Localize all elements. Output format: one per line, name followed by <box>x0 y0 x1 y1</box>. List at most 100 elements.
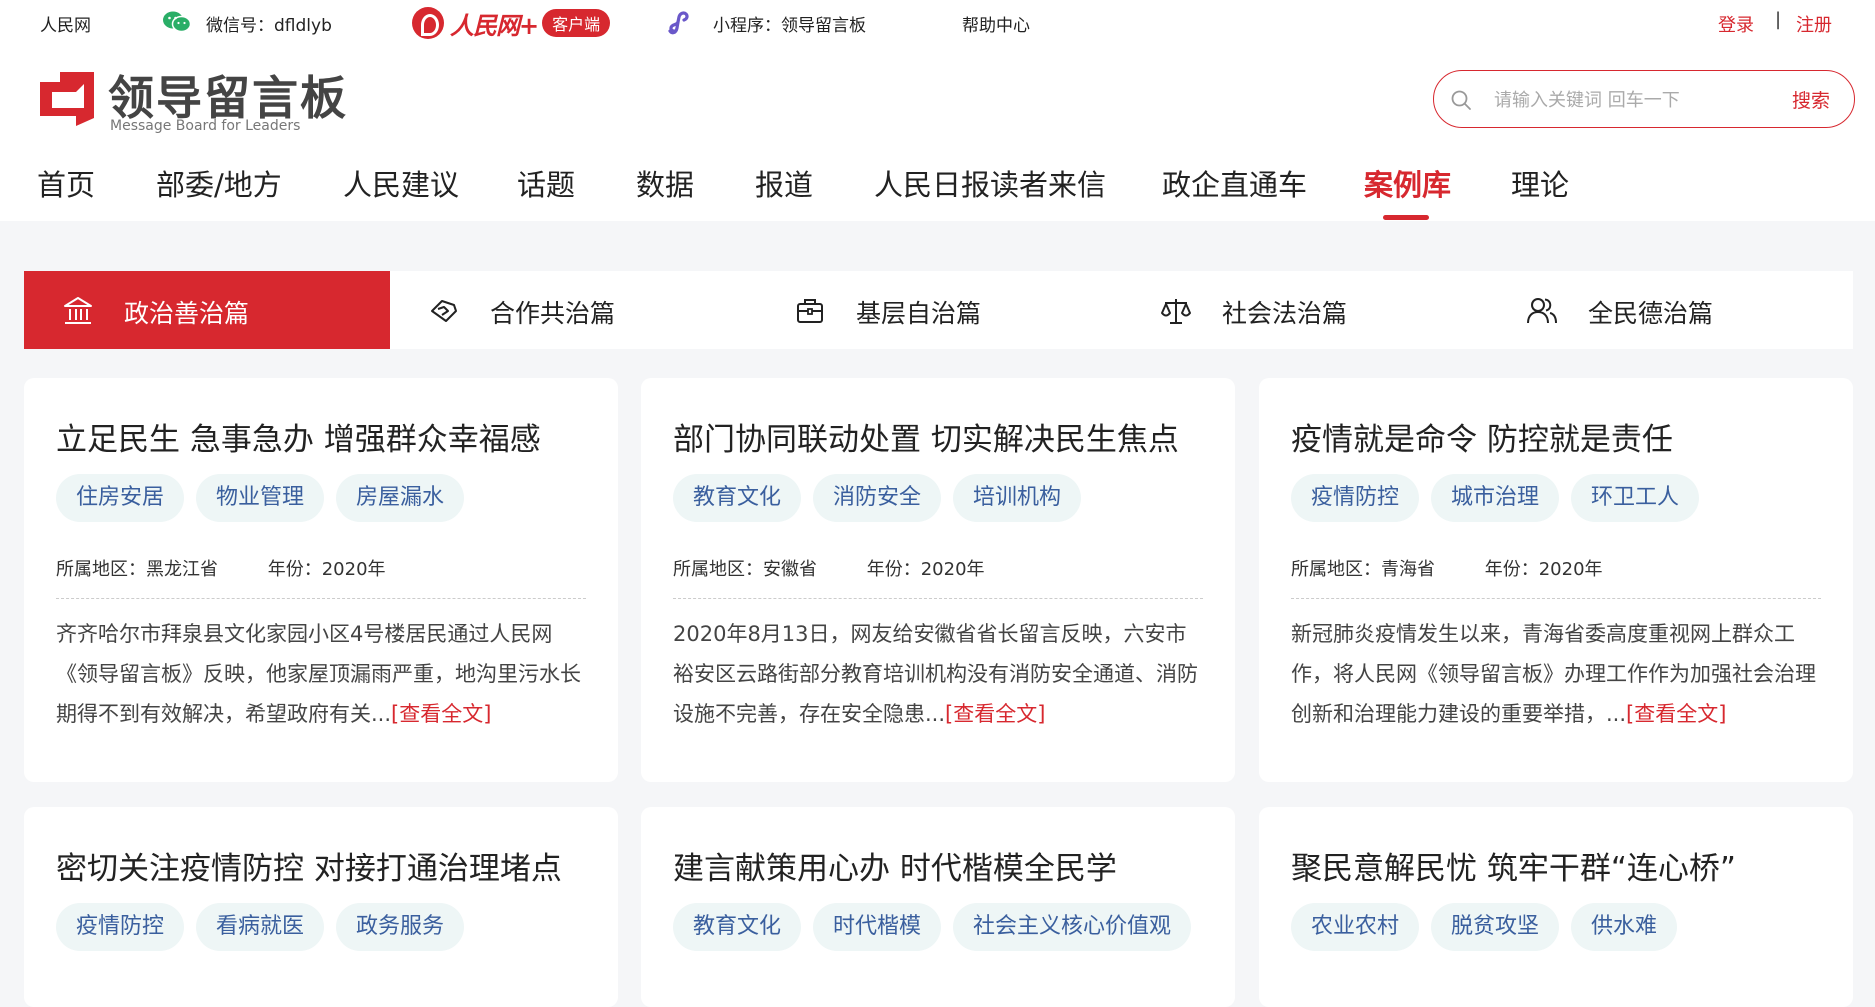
tag[interactable]: 疫情防控 <box>1291 474 1420 522</box>
tab-label: 全民德治篇 <box>1588 299 1714 328</box>
tab-label: 合作共治篇 <box>490 299 616 328</box>
peoples-plus-app-link[interactable]: 人民网+ 客户端 <box>412 6 611 40</box>
miniprogram-label: 小程序：领导留言板 <box>713 16 866 36</box>
search-input[interactable] <box>1494 85 1764 115</box>
tag[interactable]: 环卫工人 <box>1571 474 1700 522</box>
read-more-link[interactable]: [查看全文] <box>1626 702 1726 726</box>
nav-item-reports[interactable]: 报道 <box>755 162 813 204</box>
tag[interactable]: 时代楷模 <box>813 903 942 951</box>
case-card[interactable]: 疫情就是命令 防控就是责任 疫情防控 城市治理 环卫工人 所属地区：青海省 年份… <box>1259 378 1853 782</box>
case-card[interactable]: 密切关注疫情防控 对接打通治理堵点 疫情防控 看病就医 政务服务 <box>24 807 618 1007</box>
logo-mark-icon <box>40 72 94 126</box>
divider <box>56 598 586 599</box>
tag[interactable]: 政务服务 <box>336 903 465 951</box>
wechat-account: 微信号：dfldlyb <box>206 16 332 36</box>
tab-political-governance[interactable]: 政治善治篇 <box>24 271 390 349</box>
region-value: 安徽省 <box>763 559 817 580</box>
tag[interactable]: 看病就医 <box>196 903 325 951</box>
miniprogram-icon <box>668 11 689 35</box>
case-title[interactable]: 密切关注疫情防控 对接打通治理堵点 <box>56 843 562 888</box>
case-title[interactable]: 部门协同联动处置 切实解决民生焦点 <box>673 414 1179 459</box>
government-building-icon <box>64 297 92 324</box>
case-card[interactable]: 部门协同联动处置 切实解决民生焦点 教育文化 消防安全 培训机构 所属地区：安徽… <box>641 378 1235 782</box>
nav-item-enterprise-express[interactable]: 政企直通车 <box>1162 162 1307 204</box>
case-title[interactable]: 疫情就是命令 防控就是责任 <box>1291 414 1673 459</box>
case-title[interactable]: 建言献策用心办 时代楷模全民学 <box>673 843 1117 888</box>
tag[interactable]: 供水难 <box>1571 903 1678 951</box>
tag-list: 农业农村 脱贫攻坚 供水难 <box>1291 903 1689 951</box>
year-value: 2020年 <box>920 559 985 580</box>
summary-text: 齐齐哈尔市拜泉县文化家园小区4号楼居民通过人民网《领导留言板》反映，他家屋顶漏雨… <box>56 622 581 726</box>
read-more-link[interactable]: [查看全文] <box>945 702 1045 726</box>
search-icon <box>1451 90 1471 110</box>
divider <box>1291 598 1821 599</box>
year-value: 2020年 <box>321 559 386 580</box>
tag[interactable]: 城市治理 <box>1431 474 1560 522</box>
search-box: 搜索 <box>1433 70 1855 128</box>
summary-text: 2020年8月13日，网友给安徽省省长留言反映，六安市裕安区云路街部分教育培训机… <box>673 622 1198 726</box>
nav-item-theory[interactable]: 理论 <box>1511 162 1569 204</box>
case-title[interactable]: 立足民生 急事急办 增强群众幸福感 <box>56 414 541 459</box>
case-meta: 所属地区：黑龙江省 年份：2020年 <box>56 555 386 581</box>
tag-list: 住房安居 物业管理 房屋漏水 <box>56 474 476 522</box>
top-utility-bar: 人民网 微信号：dfldlyb 人民网+ 客户端 小程序：领导留言板 帮助中心 … <box>0 0 1875 44</box>
tag[interactable]: 疫情防控 <box>56 903 185 951</box>
region-label: 所属地区： <box>673 559 763 580</box>
tag[interactable]: 教育文化 <box>673 474 802 522</box>
case-card[interactable]: 立足民生 急事急办 增强群众幸福感 住房安居 物业管理 房屋漏水 所属地区：黑龙… <box>24 378 618 782</box>
year-value: 2020年 <box>1538 559 1603 580</box>
nav-item-ministries-local[interactable]: 部委/地方 <box>156 162 282 204</box>
case-summary: 齐齐哈尔市拜泉县文化家园小区4号楼居民通过人民网《领导留言板》反映，他家屋顶漏雨… <box>56 614 588 734</box>
region-label: 所属地区： <box>1291 559 1381 580</box>
site-header: 领导留言板 Message Board for Leaders 搜索 首页 部委… <box>0 44 1875 221</box>
handshake-icon <box>431 300 457 322</box>
tag[interactable]: 教育文化 <box>673 903 802 951</box>
login-separator: | <box>1775 9 1782 30</box>
read-more-link[interactable]: [查看全文] <box>391 702 491 726</box>
case-meta: 所属地区：青海省 年份：2020年 <box>1291 555 1603 581</box>
tab-rule-of-law[interactable]: 社会法治篇 <box>1122 271 1488 349</box>
tag-list: 疫情防控 看病就医 政务服务 <box>56 903 476 951</box>
case-title[interactable]: 聚民意解民忧 筑牢干群“连心桥” <box>1291 843 1736 888</box>
nav-item-topics[interactable]: 话题 <box>517 162 575 204</box>
people-icon <box>1527 298 1557 324</box>
active-nav-indicator <box>1383 215 1429 220</box>
year-label: 年份： <box>267 559 322 580</box>
tag[interactable]: 消防安全 <box>813 474 942 522</box>
case-card[interactable]: 聚民意解民忧 筑牢干群“连心桥” 农业农村 脱贫攻坚 供水难 <box>1259 807 1853 1007</box>
category-tabs: 政治善治篇 合作共治篇 基层自治篇 社会法治篇 全民德治篇 <box>24 271 1853 349</box>
tag[interactable]: 培训机构 <box>953 474 1082 522</box>
tab-moral-governance[interactable]: 全民德治篇 <box>1488 271 1854 349</box>
year-label: 年份： <box>866 559 921 580</box>
nav-item-data[interactable]: 数据 <box>636 162 694 204</box>
logo-subtitle: Message Board for Leaders <box>110 118 301 134</box>
peoples-plus-logo-icon <box>412 7 444 39</box>
nav-item-case-library[interactable]: 案例库 <box>1364 162 1451 204</box>
tab-label: 社会法治篇 <box>1222 299 1348 328</box>
briefcase-icon <box>797 299 823 323</box>
site-link[interactable]: 人民网 <box>40 11 91 36</box>
nav-item-readers-letters[interactable]: 人民日报读者来信 <box>874 162 1106 204</box>
year-label: 年份： <box>1484 559 1539 580</box>
tag[interactable]: 农业农村 <box>1291 903 1420 951</box>
case-summary: 2020年8月13日，网友给安徽省省长留言反映，六安市裕安区云路街部分教育培训机… <box>673 614 1205 734</box>
nav-item-home[interactable]: 首页 <box>37 162 95 204</box>
tag[interactable]: 社会主义核心价值观 <box>953 903 1192 951</box>
tag[interactable]: 住房安居 <box>56 474 185 522</box>
tab-grassroots-autonomy[interactable]: 基层自治篇 <box>756 271 1122 349</box>
tab-cooperative-governance[interactable]: 合作共治篇 <box>390 271 756 349</box>
nav-item-people-suggestions[interactable]: 人民建议 <box>343 162 459 204</box>
site-logo[interactable]: 领导留言板 Message Board for Leaders <box>36 60 346 140</box>
tag-list: 疫情防控 城市治理 环卫工人 <box>1291 474 1711 522</box>
main-nav: 首页 部委/地方 人民建议 话题 数据 报道 人民日报读者来信 政企直通车 案例… <box>0 162 1875 222</box>
region-value: 黑龙江省 <box>146 559 218 580</box>
register-link[interactable]: 注册 <box>1796 11 1832 37</box>
login-link[interactable]: 登录 <box>1718 11 1754 37</box>
help-center-link[interactable]: 帮助中心 <box>962 11 1030 36</box>
case-card[interactable]: 建言献策用心办 时代楷模全民学 教育文化 时代楷模 社会主义核心价值观 <box>641 807 1235 1007</box>
search-button[interactable]: 搜索 <box>1792 86 1830 113</box>
tag[interactable]: 房屋漏水 <box>336 474 465 522</box>
tag[interactable]: 脱贫攻坚 <box>1431 903 1560 951</box>
tag[interactable]: 物业管理 <box>196 474 325 522</box>
summary-text: 新冠肺炎疫情发生以来，青海省委高度重视网上群众工作，将人民网《领导留言板》办理工… <box>1291 622 1816 726</box>
